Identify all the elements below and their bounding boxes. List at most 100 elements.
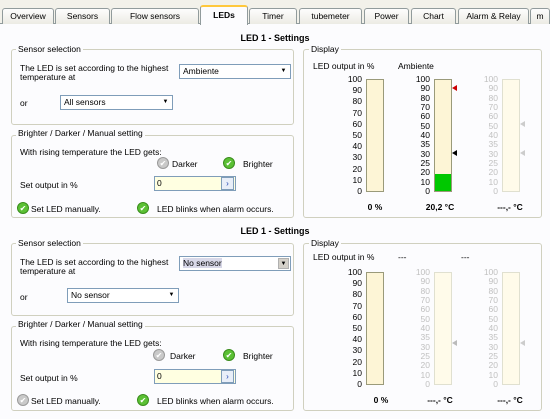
gauge-tick-label: 50 — [352, 130, 362, 140]
or-label-1: or — [20, 98, 28, 108]
faded-marker-1 — [520, 121, 525, 127]
sensor-combo-value-1: Ambiente — [183, 66, 219, 76]
gauge-tick-label: 70 — [352, 107, 362, 118]
section-title-2: LED 1 - Settings — [240, 226, 310, 236]
gauge-ticks-temp-1: 100 90 80 70 60 50 40 35 30 25 20 10 0 — [416, 75, 430, 196]
display-label-2: Display — [309, 238, 341, 248]
chevron-down-icon: ▼ — [162, 99, 169, 105]
or-combo-2[interactable]: No sensor ▼ — [67, 288, 179, 303]
gauge-tick-label: 100 — [347, 267, 362, 277]
sensor-text-2: The LED is set according to the highest … — [20, 257, 169, 276]
gauge-tick-label: 10 — [352, 367, 362, 378]
tab-sensors[interactable]: Sensors — [55, 8, 110, 24]
tab-alarm-relay[interactable]: Alarm & Relay — [458, 8, 529, 24]
output-input-1[interactable]: 0 › — [154, 176, 236, 191]
brighter-radio-1[interactable]: ✔ — [223, 157, 235, 169]
darker-radio-2[interactable]: ✔ — [153, 349, 165, 361]
brighter-radio-2[interactable]: ✔ — [223, 349, 235, 361]
manual-label-2: Set LED manually. — [31, 396, 101, 406]
output-value-2: 0 — [157, 371, 162, 381]
gauge-tick-label: 20 — [352, 356, 362, 367]
chevron-down-icon: ▼ — [278, 258, 289, 269]
brighter-label-2: Brighter — [243, 351, 273, 361]
output-reading-2: 0 % — [373, 395, 389, 405]
manual-check-2[interactable]: ✔ — [17, 394, 29, 406]
sensor-gauge-1 — [434, 79, 452, 192]
gauge-tick-label: 35 — [420, 332, 430, 343]
set-output-label-1: Set output in % — [20, 180, 78, 190]
apply-arrow-icon[interactable]: › — [221, 370, 234, 383]
gauge-tick-label: 60 — [352, 118, 362, 129]
sensor-name-label-2: --- — [398, 252, 407, 262]
tab-chart[interactable]: Chart — [411, 8, 456, 24]
gauge-tick-label: 40 — [352, 334, 362, 345]
or-combo-value-2: No sensor — [71, 290, 110, 300]
current-marker-1 — [452, 150, 457, 156]
tab-m[interactable]: m — [530, 8, 550, 24]
led-output-label-2: LED output in % — [313, 252, 375, 262]
apply-arrow-icon[interactable]: › — [221, 177, 234, 190]
gauge-tick-label: 90 — [488, 83, 498, 94]
or-combo-1[interactable]: All sensors ▼ — [60, 95, 173, 110]
gauge-ticks-faded-2a: 100 90 80 70 60 50 40 35 30 25 20 10 0 — [416, 268, 430, 389]
gauge-tick-label: 60 — [488, 304, 498, 315]
gauge-tick-label: 0 — [357, 379, 362, 389]
tab-overview[interactable]: Overview — [2, 8, 54, 24]
sensor-combo-1[interactable]: Ambiente ▼ — [179, 64, 291, 79]
brightness-label-2: Brighter / Darker / Manual setting — [16, 319, 145, 329]
output-reading-1: 0 % — [367, 202, 383, 212]
output-gauge-1 — [366, 79, 384, 192]
tab-bar: Overview Sensors Flow sensors LEDs Timer tube… — [0, 0, 550, 25]
brightness-label-1: Brighter / Darker / Manual setting — [16, 128, 145, 138]
sensor-gauge-fill-1 — [435, 174, 451, 191]
gauge-tick-label: 0 — [425, 186, 430, 196]
gauge-tick-label: 40 — [352, 141, 362, 152]
gauge-tick-label: 35 — [488, 332, 498, 343]
sensor-selection-label-1: Sensor selection — [16, 44, 83, 54]
gauge-tick-label: 60 — [352, 311, 362, 322]
tab-leds[interactable]: LEDs — [200, 5, 248, 25]
gauge-ticks-output-2: 100 90 80 70 60 50 40 30 20 10 0 — [347, 267, 362, 389]
gauge-tick-label: 90 — [420, 276, 430, 287]
third-gauge-1 — [502, 79, 520, 192]
blink-check-1[interactable]: ✔ — [137, 202, 149, 214]
sensor-name-label-1: Ambiente — [398, 61, 434, 71]
gauge-tick-label: 0 — [493, 186, 498, 196]
gauge-tick-label: 100 — [347, 74, 362, 84]
gauge-tick-label: 0 — [493, 379, 498, 389]
darker-radio-1[interactable]: ✔ — [157, 157, 169, 169]
brighter-label-1: Brighter — [243, 159, 273, 169]
manual-label-1: Set LED manually. — [31, 204, 101, 214]
sensor-combo-2[interactable]: No sensor ▼ — [179, 256, 291, 271]
gauge-tick-label: 90 — [488, 276, 498, 287]
faded-marker-2a — [452, 340, 457, 346]
manual-check-1[interactable]: ✔ — [17, 202, 29, 214]
third-reading-1: ---,- °C — [497, 202, 523, 212]
sensor-reading-1: 20,2 °C — [425, 202, 455, 212]
gauge-tick-label: 0 — [357, 186, 362, 196]
darker-label-1: Darker — [172, 159, 198, 169]
gauge-ticks-faded-2b: 100 90 80 70 60 50 40 35 30 25 20 10 0 — [484, 268, 498, 389]
set-output-label-2: Set output in % — [20, 373, 78, 383]
tab-power[interactable]: Power — [364, 8, 409, 24]
gauge-tick-label: 0 — [425, 379, 430, 389]
gauge-tick-label: 20 — [352, 163, 362, 174]
sensor-selection-label-2: Sensor selection — [16, 238, 83, 248]
gauge-tick-label: 35 — [420, 139, 430, 150]
darker-label-2: Darker — [170, 351, 196, 361]
tab-tubemeter[interactable]: tubemeter — [299, 8, 362, 24]
tab-timer[interactable]: Timer — [249, 8, 297, 24]
output-input-2[interactable]: 0 › — [154, 369, 236, 384]
gauge-tick-label: 90 — [352, 85, 362, 96]
faded-marker-1b — [520, 150, 525, 156]
gauge-tick-label: 70 — [352, 300, 362, 311]
gauge-tick-label: 80 — [352, 289, 362, 300]
sensor-reading-2: ---,- °C — [427, 395, 453, 405]
blink-check-2[interactable]: ✔ — [137, 394, 149, 406]
or-combo-value-1: All sensors — [64, 97, 106, 107]
gauge-tick-label: 60 — [420, 111, 430, 122]
tab-flow-sensors[interactable]: Flow sensors — [111, 8, 199, 24]
blink-label-1: LED blinks when alarm occurs. — [157, 204, 274, 214]
output-value-1: 0 — [157, 178, 162, 188]
blink-label-2: LED blinks when alarm occurs. — [157, 396, 274, 406]
